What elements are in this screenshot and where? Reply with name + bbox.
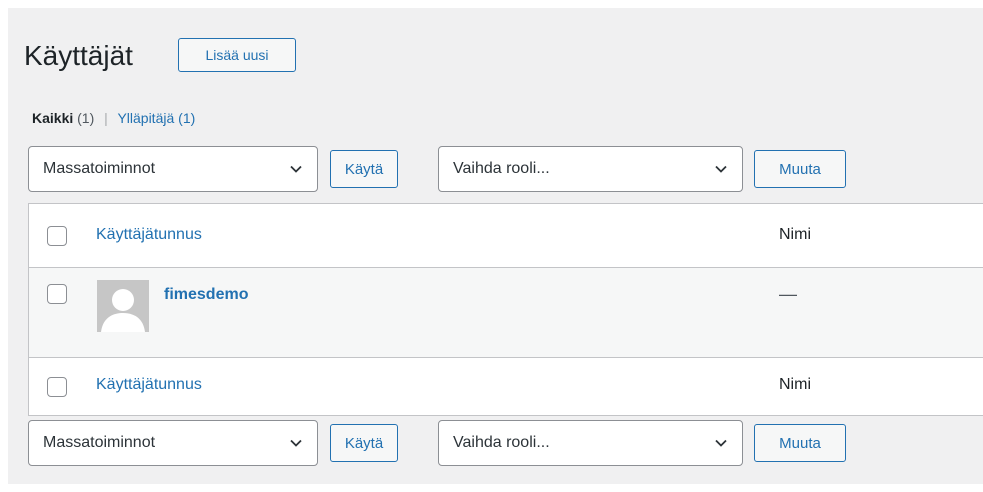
chevron-down-icon — [715, 165, 727, 173]
filter-all[interactable]: Kaikki — [32, 110, 73, 126]
filter-administrator-label[interactable]: Ylläpitäjä — [117, 110, 174, 126]
table-row: fimesdemo — — [29, 268, 983, 358]
bulk-actions-value: Massatoiminnot — [43, 434, 156, 451]
filter-administrator-count[interactable]: (1) — [178, 110, 195, 126]
bulk-actions-select[interactable]: Massatoiminnot — [28, 146, 318, 192]
column-name-footer: Nimi — [779, 376, 811, 393]
change-role-select[interactable]: Vaihda rooli... — [438, 146, 743, 192]
change-role-button[interactable]: Muuta — [754, 150, 846, 188]
default-avatar-icon — [97, 280, 149, 332]
chevron-down-icon — [290, 165, 302, 173]
change-role-select-bottom[interactable]: Vaihda rooli... — [438, 420, 743, 466]
page-content: Käyttäjät Lisää uusi Kaikki (1) | Ylläpi… — [8, 8, 983, 484]
chevron-down-icon — [290, 439, 302, 447]
table-header-row: Käyttäjätunnus Nimi — [29, 204, 983, 268]
change-role-button-bottom[interactable]: Muuta — [754, 424, 846, 462]
filter-separator: | — [104, 110, 108, 126]
column-name-header: Nimi — [779, 226, 811, 243]
select-all-checkbox-footer[interactable] — [47, 377, 67, 397]
page-title: Käyttäjät — [24, 40, 133, 71]
bulk-actions-value: Massatoiminnot — [43, 160, 156, 177]
apply-bulk-button-bottom[interactable]: Käytä — [330, 424, 398, 462]
column-username-footer[interactable]: Käyttäjätunnus — [96, 376, 202, 394]
chevron-down-icon — [715, 439, 727, 447]
username-link[interactable]: fimesdemo — [164, 286, 248, 304]
user-role-filters: Kaikki (1) | Ylläpitäjä (1) — [32, 110, 195, 126]
bulk-actions-select-bottom[interactable]: Massatoiminnot — [28, 420, 318, 466]
name-value: — — [779, 284, 797, 304]
column-username-header[interactable]: Käyttäjätunnus — [96, 226, 202, 244]
change-role-value: Vaihda rooli... — [453, 160, 550, 177]
filter-administrator[interactable]: Ylläpitäjä (1) — [117, 110, 195, 126]
change-role-value: Vaihda rooli... — [453, 434, 550, 451]
row-checkbox[interactable] — [47, 284, 67, 304]
avatar — [97, 280, 149, 332]
apply-bulk-button[interactable]: Käytä — [330, 150, 398, 188]
add-new-user-button[interactable]: Lisää uusi — [178, 38, 296, 72]
select-all-checkbox[interactable] — [47, 226, 67, 246]
users-table: Käyttäjätunnus Nimi fimesdemo — Käyttäjä… — [28, 203, 983, 416]
table-footer-row: Käyttäjätunnus Nimi — [29, 358, 983, 416]
filter-all-count: (1) — [77, 110, 95, 126]
